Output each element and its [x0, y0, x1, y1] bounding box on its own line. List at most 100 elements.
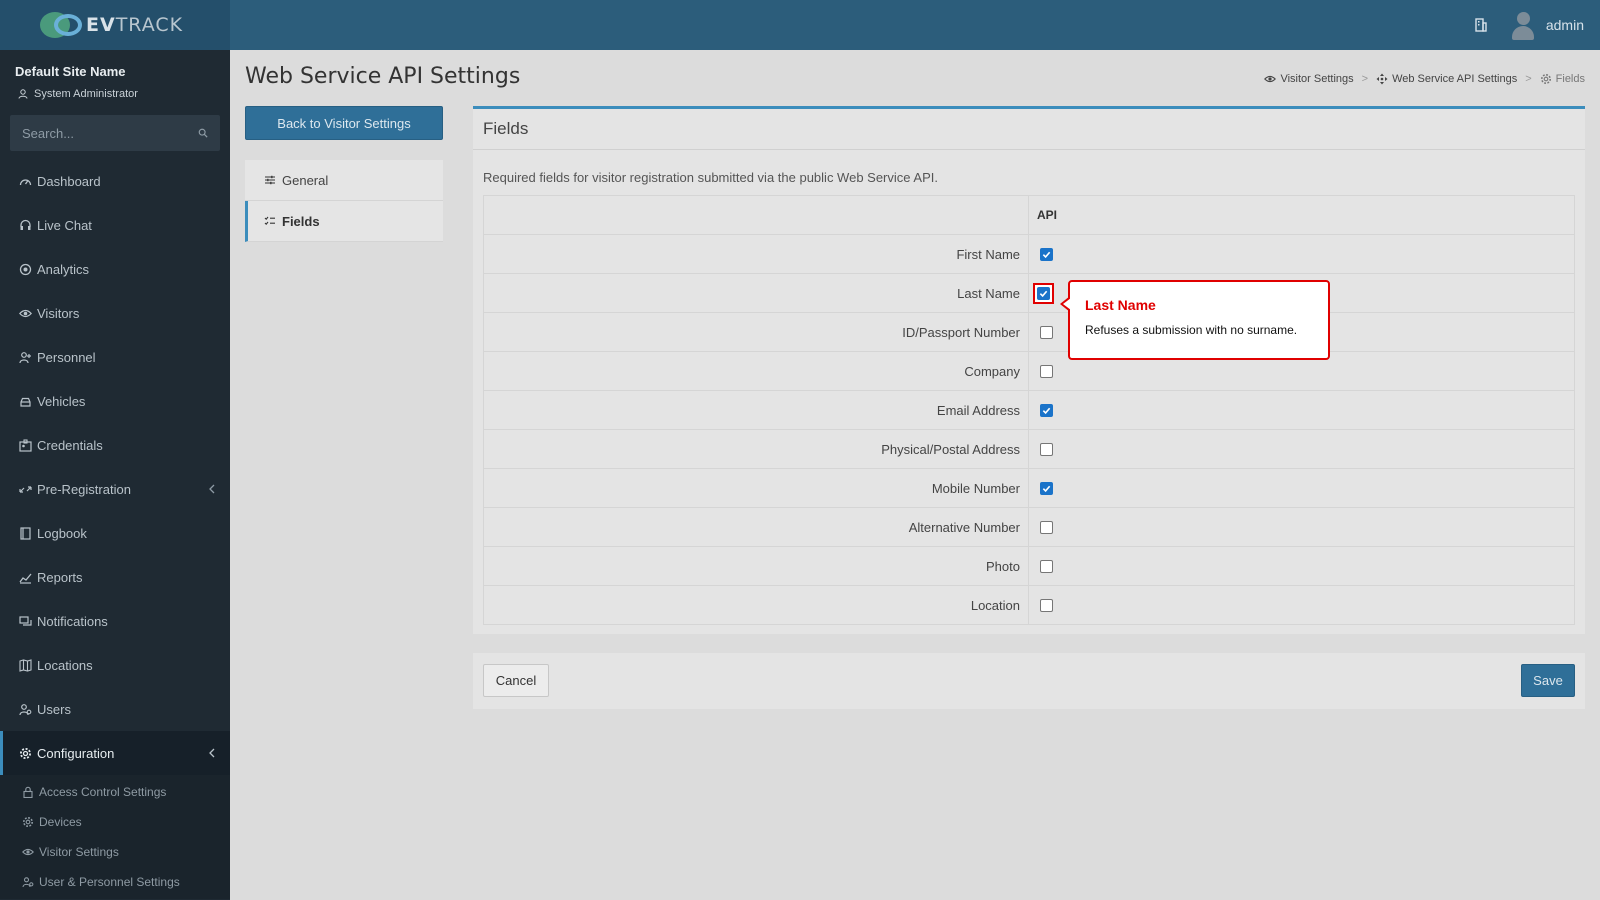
email-address-checkbox[interactable] [1040, 403, 1053, 417]
column-header-api: API [1028, 195, 1575, 235]
page-title: Web Service API Settings [245, 64, 521, 89]
sidebar: Default Site Name System Administrator D… [0, 50, 230, 900]
headset-icon [19, 219, 32, 232]
top-bar: EVTRACK admin [0, 0, 1600, 50]
field-label: Mobile Number [483, 468, 1029, 508]
physical-postal-address-checkbox[interactable] [1040, 442, 1053, 456]
user-menu[interactable]: admin [1510, 10, 1584, 40]
chart-icon [19, 571, 32, 584]
tab-general[interactable]: General [245, 160, 443, 201]
form-actions: Cancel Save [473, 653, 1585, 709]
sidebar-item-pre-registration[interactable]: Pre-Registration [0, 467, 230, 511]
save-button[interactable]: Save [1521, 664, 1575, 697]
alternative-number-checkbox[interactable] [1040, 520, 1053, 534]
search-icon[interactable] [198, 127, 208, 139]
sidebar-item-credentials[interactable]: Credentials [0, 423, 230, 467]
sidebar-subitem-visitor-settings[interactable]: Visitor Settings [0, 837, 230, 867]
sidebar-subitem-devices[interactable]: Devices [0, 807, 230, 837]
sidebar-item-vehicles[interactable]: Vehicles [0, 379, 230, 423]
field-label: Email Address [483, 390, 1029, 430]
sidebar-item-configuration[interactable]: Configuration [0, 731, 230, 775]
table-row: Physical/Postal Address [483, 429, 1575, 469]
cancel-button[interactable]: Cancel [483, 664, 549, 697]
table-row: Mobile Number [483, 468, 1575, 508]
eye-icon [19, 307, 32, 320]
mobile-number-checkbox[interactable] [1040, 481, 1053, 495]
move-arrows-icon [1376, 73, 1388, 85]
chevron-left-icon[interactable] [208, 483, 216, 495]
sidebar-item-dashboard[interactable]: Dashboard [0, 159, 230, 203]
book-icon [19, 526, 32, 540]
sidebar-item-live-chat[interactable]: Live Chat [0, 203, 230, 247]
breadcrumb-web-service-api-settings[interactable]: Web Service API Settings [1376, 73, 1517, 85]
id-card-icon [19, 438, 32, 452]
gear-icon [19, 747, 32, 760]
callout-text: Refuses a submission with no surname. [1085, 323, 1298, 337]
card-title: Fields [473, 109, 1585, 150]
users-icon [22, 876, 34, 888]
user-role: System Administrator [18, 88, 138, 100]
table-header-empty [483, 195, 1029, 235]
breadcrumb-fields: Fields [1540, 73, 1585, 85]
table-row: Location [483, 585, 1575, 625]
eye-icon [22, 846, 34, 858]
annotation-callout: Last Name Refuses a submission with no s… [1060, 280, 1330, 360]
sidebar-subitem-user-personnel-settings[interactable]: User & Personnel Settings [0, 867, 230, 897]
building-icon[interactable] [1474, 18, 1488, 32]
sidebar-item-logbook[interactable]: Logbook [0, 511, 230, 555]
settings-tabs: General Fields [245, 160, 443, 242]
sidebar-item-locations[interactable]: Locations [0, 643, 230, 687]
fields-table: API First Name Last Name ID/Passport Num… [483, 195, 1575, 625]
back-to-visitor-settings-button[interactable]: Back to Visitor Settings [245, 106, 443, 140]
chevron-left-icon[interactable] [208, 747, 216, 759]
field-label: ID/Passport Number [483, 312, 1029, 352]
user-icon [18, 89, 28, 99]
photo-checkbox[interactable] [1040, 559, 1053, 573]
eye-icon [1264, 75, 1277, 83]
users-icon [19, 703, 32, 716]
main-content: Web Service API Settings Visitor Setting… [230, 50, 1600, 900]
cog-icon [22, 816, 34, 828]
first-name-checkbox[interactable] [1040, 247, 1053, 261]
sidebar-item-reports[interactable]: Reports [0, 555, 230, 599]
fields-card: Fields Required fields for visitor regis… [473, 106, 1585, 634]
id-passport-number-checkbox[interactable] [1040, 325, 1053, 339]
search-input[interactable] [22, 125, 198, 141]
sliders-icon [265, 175, 275, 185]
tab-fields[interactable]: Fields [245, 201, 443, 242]
lock-icon [22, 786, 34, 798]
dashboard-icon [19, 175, 32, 188]
sidebar-item-notifications[interactable]: Notifications [0, 599, 230, 643]
field-label: Physical/Postal Address [483, 429, 1029, 469]
gear-icon [1540, 74, 1551, 84]
table-header-row: API [483, 195, 1575, 235]
breadcrumb-separator: > [1361, 73, 1369, 85]
chat-icon [19, 615, 32, 628]
field-label: Company [483, 351, 1029, 391]
location-checkbox[interactable] [1040, 598, 1053, 612]
table-row: Company [483, 351, 1575, 391]
sidebar-search [10, 115, 220, 151]
brand-logo[interactable]: EVTRACK [0, 0, 230, 50]
table-row: Last Name [483, 273, 1575, 313]
table-row: Alternative Number [483, 507, 1575, 547]
target-icon [19, 263, 32, 276]
last-name-checkbox[interactable] [1037, 286, 1050, 300]
sidebar-item-visitors[interactable]: Visitors [0, 291, 230, 335]
configuration-submenu: Access Control Settings Devices Visitor … [0, 775, 230, 899]
sidebar-subitem-access-control-settings[interactable]: Access Control Settings [0, 777, 230, 807]
sidebar-item-users[interactable]: Users [0, 687, 230, 731]
sidebar-item-personnel[interactable]: Personnel [0, 335, 230, 379]
breadcrumb: Visitor Settings > Web Service API Setti… [1264, 73, 1585, 85]
car-icon [19, 395, 32, 408]
sidebar-item-analytics[interactable]: Analytics [0, 247, 230, 291]
table-row: Email Address [483, 390, 1575, 430]
logo-icon [40, 10, 84, 40]
breadcrumb-visitor-settings[interactable]: Visitor Settings [1264, 73, 1354, 85]
table-row: First Name [483, 234, 1575, 274]
field-label: Alternative Number [483, 507, 1029, 547]
company-checkbox[interactable] [1040, 364, 1053, 378]
callout-title: Last Name [1085, 297, 1156, 313]
map-icon [19, 658, 32, 672]
field-label: Last Name [483, 273, 1029, 313]
